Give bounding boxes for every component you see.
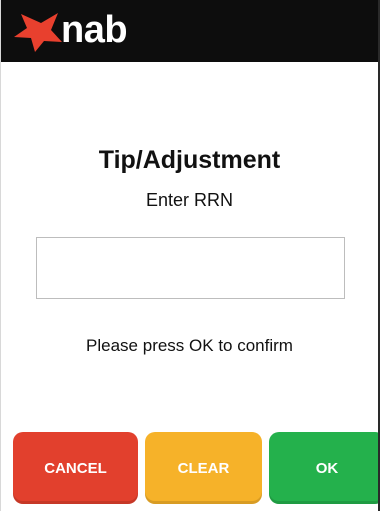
cancel-button[interactable]: CANCEL [13, 432, 138, 504]
terminal-screen: nab Tip/Adjustment Enter RRN Please pres… [0, 0, 380, 511]
page-subtitle: Enter RRN [145, 190, 234, 210]
rrn-input[interactable] [36, 237, 345, 299]
brand-logo-text: nab [61, 9, 128, 51]
header-bar: nab [1, 0, 378, 62]
nab-star-icon [14, 13, 62, 52]
ok-button[interactable]: OK [269, 432, 378, 504]
confirm-prompt: Please press OK to confirm [86, 336, 293, 355]
page-title: Tip/Adjustment [98, 146, 281, 174]
clear-button[interactable]: CLEAR [145, 432, 262, 504]
